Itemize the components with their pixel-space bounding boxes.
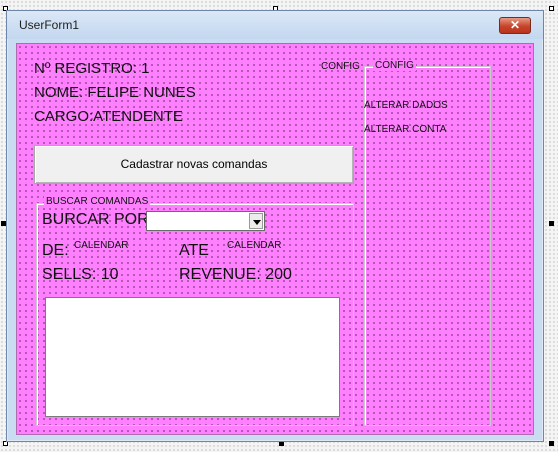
ate-label: ATE: [179, 242, 209, 259]
ate-calendar[interactable]: CALENDAR: [227, 240, 281, 251]
window-title: UserForm1: [19, 18, 80, 32]
title-bar[interactable]: UserForm1 ✕: [7, 11, 543, 39]
revenue-label: REVENUE: 200: [179, 266, 292, 283]
form-client-area: Nº REGISTRO: 1 NOME: FELIPE NUNES CARGO:…: [16, 43, 534, 435]
de-calendar[interactable]: CALENDAR: [74, 240, 128, 251]
sells-label: SELLS: 10: [42, 266, 119, 283]
chevron-down-icon[interactable]: [249, 213, 263, 229]
userform-window: UserForm1 ✕ Nº REGISTRO: 1 NOME: FELIPE …: [6, 10, 544, 442]
nome-label: NOME: FELIPE NUNES: [34, 84, 196, 101]
config-frame-caption: CONFIG: [373, 60, 416, 71]
resize-handle-right[interactable]: [549, 221, 554, 226]
close-button[interactable]: ✕: [499, 17, 531, 34]
de-label: DE:: [42, 242, 69, 259]
buscar-comandas-caption: BUSCAR COMANDAS: [44, 196, 151, 207]
close-icon: ✕: [509, 18, 521, 32]
cargo-label: CARGO:ATENDENTE: [34, 108, 183, 125]
resize-handle-bottom-right[interactable]: [549, 441, 554, 446]
registro-label: Nº REGISTRO: 1: [34, 60, 150, 77]
cadastrar-comandas-button[interactable]: Cadastrar novas comandas: [34, 145, 354, 184]
resize-handle-top-right[interactable]: [549, 6, 554, 11]
comandas-listbox[interactable]: [45, 297, 340, 417]
cadastrar-comandas-label: Cadastrar novas comandas: [120, 157, 268, 171]
alterar-dados-link[interactable]: ALTERAR DADOS: [364, 100, 448, 111]
burcar-por-combobox[interactable]: [146, 211, 265, 231]
burcar-por-label: BURCAR POR:: [42, 211, 154, 228]
config-label: CONFIG: [321, 61, 360, 72]
alterar-conta-link[interactable]: ALTERAR CONTA: [364, 124, 446, 135]
config-frame: [364, 66, 491, 426]
